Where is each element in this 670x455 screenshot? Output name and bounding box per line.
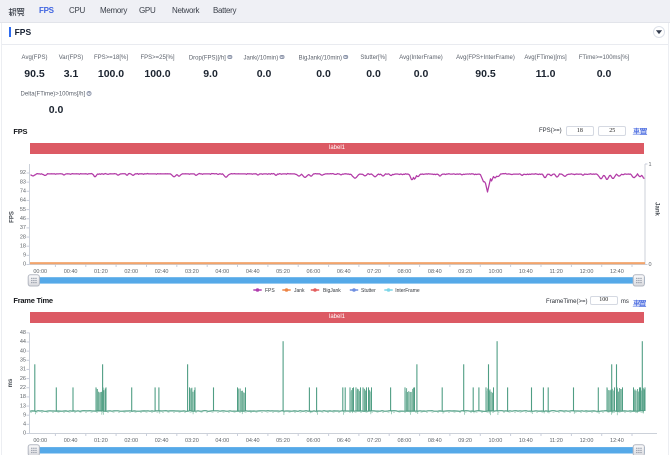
svg-text:11:20: 11:20 <box>550 269 563 275</box>
svg-text:09:20: 09:20 <box>458 438 472 444</box>
svg-text:9: 9 <box>23 253 26 259</box>
svg-text:31: 31 <box>20 367 26 373</box>
svg-text:55: 55 <box>20 207 26 213</box>
svg-text:BigJank: BigJank <box>323 288 341 294</box>
svg-text:01:20: 01:20 <box>94 269 108 275</box>
svg-text:02:00: 02:00 <box>124 269 138 275</box>
svg-text:35: 35 <box>20 358 26 364</box>
svg-text:37: 37 <box>20 225 26 231</box>
svg-text:09:20: 09:20 <box>458 269 472 275</box>
svg-text:FPS: FPS <box>265 288 275 294</box>
svg-text:01:20: 01:20 <box>94 438 108 444</box>
svg-text:06:00: 06:00 <box>307 438 321 444</box>
svg-text:12:00: 12:00 <box>580 269 594 275</box>
svg-text:44: 44 <box>20 339 26 345</box>
svg-text:9: 9 <box>23 412 26 418</box>
svg-text:74: 74 <box>20 189 26 195</box>
svg-text:18: 18 <box>20 394 26 400</box>
svg-text:04:00: 04:00 <box>215 269 229 275</box>
svg-text:10:00: 10:00 <box>489 438 503 444</box>
svg-text:InterFrame: InterFrame <box>395 288 420 294</box>
svg-text:12:40: 12:40 <box>610 269 624 275</box>
svg-text:12:00: 12:00 <box>580 438 594 444</box>
svg-text:11:20: 11:20 <box>550 438 563 444</box>
svg-text:83: 83 <box>20 179 26 185</box>
svg-text:0: 0 <box>23 431 26 437</box>
svg-text:04:40: 04:40 <box>246 438 260 444</box>
svg-text:00:00: 00:00 <box>33 269 47 275</box>
svg-text:4: 4 <box>23 422 26 428</box>
svg-text:02:40: 02:40 <box>155 269 169 275</box>
svg-text:03:20: 03:20 <box>185 438 199 444</box>
svg-text:26: 26 <box>20 376 26 382</box>
svg-text:0: 0 <box>23 262 26 268</box>
svg-text:0: 0 <box>649 262 652 268</box>
svg-text:06:40: 06:40 <box>337 269 351 275</box>
svg-text:ms: ms <box>8 378 14 387</box>
svg-text:13: 13 <box>20 403 26 409</box>
svg-text:05:20: 05:20 <box>276 269 290 275</box>
svg-text:08:40: 08:40 <box>428 438 442 444</box>
svg-text:Jank: Jank <box>654 202 660 216</box>
svg-text:64: 64 <box>20 198 26 204</box>
svg-text:00:00: 00:00 <box>33 438 47 444</box>
svg-text:FPS: FPS <box>10 211 16 223</box>
svg-text:1: 1 <box>649 162 652 168</box>
svg-text:Jank: Jank <box>294 288 305 294</box>
svg-text:48: 48 <box>20 330 26 336</box>
svg-text:46: 46 <box>20 216 26 222</box>
svg-text:08:00: 08:00 <box>398 269 412 275</box>
svg-text:08:00: 08:00 <box>398 438 412 444</box>
svg-text:18: 18 <box>20 243 26 249</box>
svg-text:10:40: 10:40 <box>519 269 533 275</box>
svg-text:05:20: 05:20 <box>276 438 290 444</box>
svg-text:03:20: 03:20 <box>185 269 199 275</box>
svg-text:Stutter: Stutter <box>361 288 376 294</box>
svg-text:02:00: 02:00 <box>124 438 138 444</box>
svg-text:28: 28 <box>20 234 26 240</box>
svg-text:10:40: 10:40 <box>519 438 533 444</box>
svg-text:40: 40 <box>20 348 26 354</box>
svg-text:07:20: 07:20 <box>367 438 381 444</box>
svg-text:00:40: 00:40 <box>64 269 78 275</box>
svg-text:10:00: 10:00 <box>489 269 503 275</box>
svg-text:02:40: 02:40 <box>155 438 169 444</box>
svg-text:04:40: 04:40 <box>246 269 260 275</box>
svg-text:06:40: 06:40 <box>337 438 351 444</box>
svg-text:08:40: 08:40 <box>428 269 442 275</box>
svg-text:06:00: 06:00 <box>307 269 321 275</box>
svg-text:92: 92 <box>20 170 26 176</box>
svg-text:07:20: 07:20 <box>367 269 381 275</box>
svg-text:22: 22 <box>20 385 26 391</box>
svg-text:04:00: 04:00 <box>215 438 229 444</box>
svg-text:00:40: 00:40 <box>64 438 78 444</box>
svg-text:12:40: 12:40 <box>610 438 624 444</box>
